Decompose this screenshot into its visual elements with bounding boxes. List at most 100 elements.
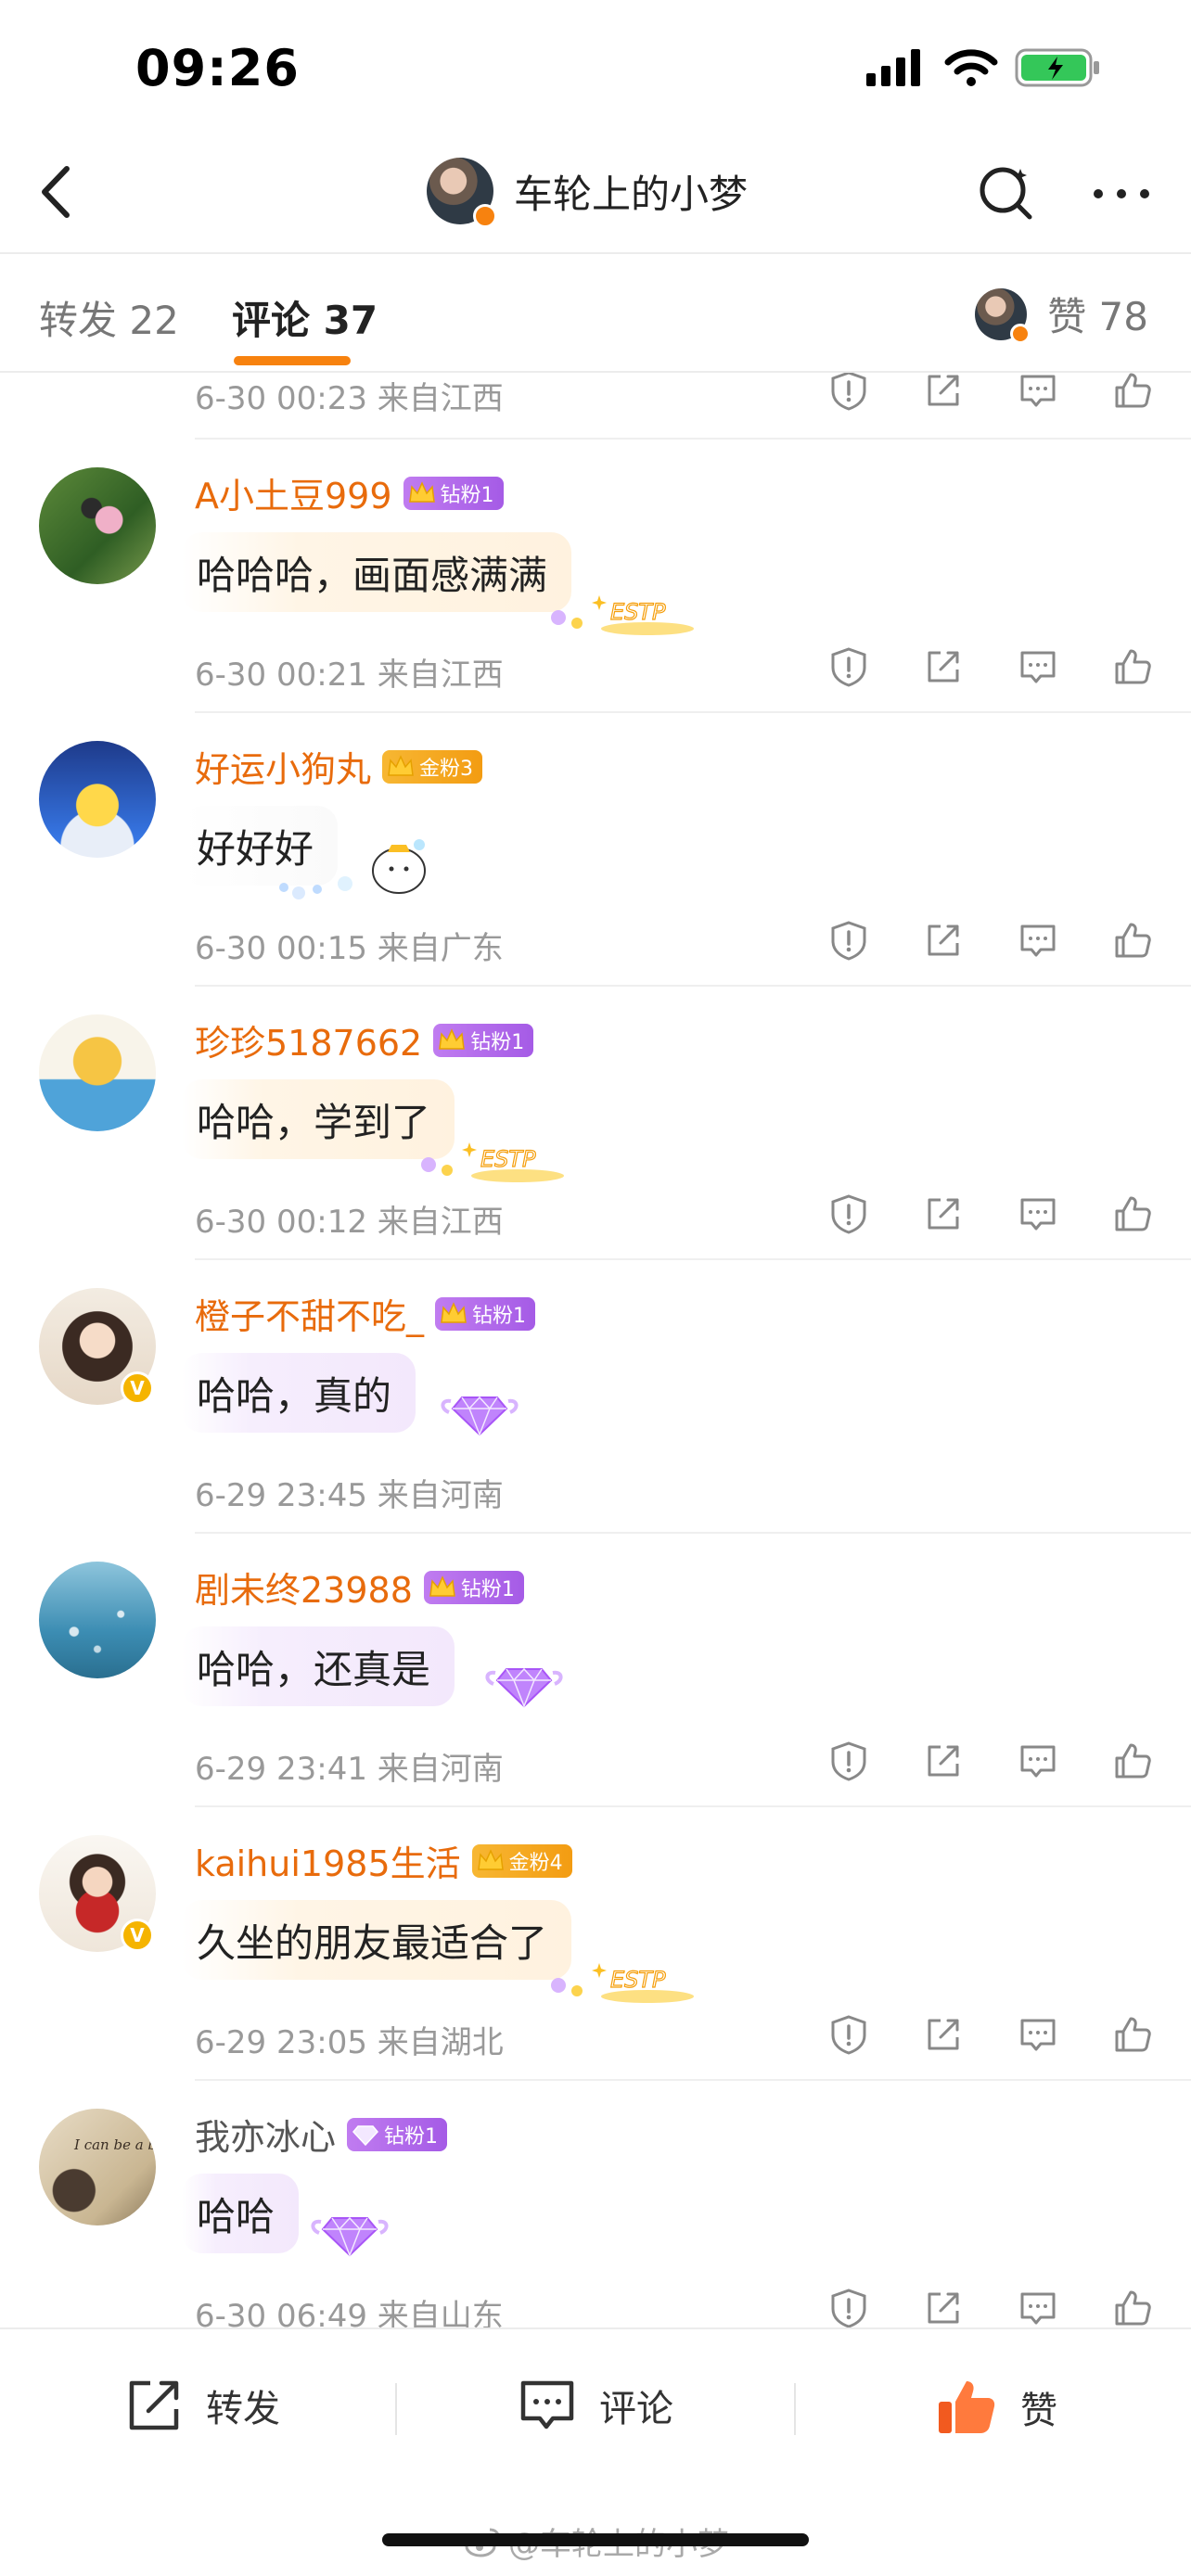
crown-icon xyxy=(439,1027,466,1050)
divider xyxy=(794,2383,796,2435)
comment-actions xyxy=(827,919,1154,962)
like-icon[interactable] xyxy=(1111,2013,1154,2056)
comment-username[interactable]: kaihui1985生活 xyxy=(195,1835,461,1886)
status-icons xyxy=(864,46,1102,89)
comment-actions xyxy=(827,1740,1154,1782)
comment-username[interactable]: 橙子不甜不吃_ xyxy=(195,1288,424,1339)
diamond-sticker-icon xyxy=(485,1667,563,1709)
like-icon[interactable] xyxy=(1111,1192,1154,1235)
estp-sticker-icon: ESTP xyxy=(551,1963,694,2003)
diamond-sticker-icon xyxy=(441,1396,519,1437)
comment-bubble[interactable]: 哈哈 xyxy=(182,2174,300,2253)
reply-icon[interactable] xyxy=(1017,1192,1059,1235)
verified-badge-icon xyxy=(473,204,497,228)
comment-actions xyxy=(827,2287,1154,2327)
report-icon[interactable] xyxy=(827,1192,870,1235)
like-icon[interactable] xyxy=(1111,645,1154,688)
nav-actions xyxy=(974,161,1154,226)
tab-comments[interactable]: 评论 37 xyxy=(232,289,378,346)
comment-icon xyxy=(520,2380,574,2429)
verified-badge-icon: V xyxy=(121,1371,154,1405)
like-button[interactable]: 赞 xyxy=(933,2374,1057,2441)
tab-reposts[interactable]: 转发 22 xyxy=(39,289,179,346)
reply-icon[interactable] xyxy=(1017,373,1059,412)
list-item: 剧未终23988 钻粉1 哈哈，还真是 6-29 23:41 来自河南 xyxy=(0,1534,1191,1807)
more-icon[interactable] xyxy=(1089,161,1154,226)
comment-text: 哈哈，真的 xyxy=(197,1372,392,1419)
comment-text: 哈哈，还真是 xyxy=(197,1646,431,1692)
repost-label: 转发 xyxy=(206,2388,280,2430)
report-icon[interactable] xyxy=(827,645,870,688)
comment-actions xyxy=(827,1192,1154,1235)
comment-meta: 6-30 00:12 来自江西 xyxy=(195,1204,504,1241)
wifi-icon xyxy=(944,49,998,86)
report-icon[interactable] xyxy=(827,373,870,412)
nav-bar: 车轮上的小梦 xyxy=(0,139,1191,252)
like-label: 赞 xyxy=(1020,2390,1057,2432)
like-icon[interactable] xyxy=(1111,2287,1154,2327)
comment-meta: 6-29 23:45 来自河南 xyxy=(195,1477,504,1514)
comment-list[interactable]: 6-30 00:23 来自江西 A小土豆999 钻粉1 哈哈哈，画面感满满 ES… xyxy=(0,373,1191,2327)
back-arrow-icon[interactable] xyxy=(28,159,93,224)
report-icon[interactable] xyxy=(827,2013,870,2056)
comment-meta: 6-29 23:05 来自湖北 xyxy=(195,2024,504,2061)
comment-username[interactable]: A小土豆999 xyxy=(195,467,392,518)
reply-icon[interactable] xyxy=(1017,1740,1059,1782)
repost-button[interactable]: 转发 xyxy=(122,2374,280,2437)
reply-icon[interactable] xyxy=(1017,2013,1059,2056)
like-icon[interactable] xyxy=(1111,919,1154,962)
share-icon[interactable] xyxy=(922,2013,965,2056)
home-indicator xyxy=(382,2533,809,2546)
report-icon[interactable] xyxy=(827,1740,870,1782)
share-icon[interactable] xyxy=(922,645,965,688)
avatar[interactable] xyxy=(39,741,156,858)
comment-bubble[interactable]: 哈哈，真的 xyxy=(182,1353,416,1433)
comment-button[interactable]: 评论 xyxy=(516,2374,673,2437)
diamond-sticker-icon xyxy=(311,2216,389,2258)
comment-username[interactable]: 剧未终23988 xyxy=(195,1562,413,1613)
comment-header: 橙子不甜不吃_ 钻粉1 xyxy=(195,1288,536,1339)
fan-badge-label: 钻粉1 xyxy=(460,1577,515,1601)
comment-bubble[interactable]: 哈哈，还真是 xyxy=(182,1626,455,1706)
tab-likes[interactable]: 赞 78 xyxy=(975,286,1148,344)
comment-header: 好运小狗丸 金粉3 xyxy=(195,741,483,792)
avatar[interactable]: I can be a better me. xyxy=(39,2109,156,2225)
share-icon[interactable] xyxy=(922,373,965,412)
comment-bubble[interactable]: 哈哈哈，画面感满满 xyxy=(182,532,572,612)
comment-username[interactable]: 我亦冰心 xyxy=(195,2109,336,2160)
comment-header: A小土豆999 钻粉1 xyxy=(195,467,504,518)
list-item: 珍珍5187662 钻粉1 哈哈，学到了 ESTP 6-30 00:12 来自江… xyxy=(0,987,1191,1260)
comment-username[interactable]: 珍珍5187662 xyxy=(195,1014,422,1065)
report-icon[interactable] xyxy=(827,2287,870,2327)
like-icon[interactable] xyxy=(1111,373,1154,412)
fan-badge: 钻粉1 xyxy=(435,1296,536,1331)
share-icon[interactable] xyxy=(922,2287,965,2327)
reply-icon[interactable] xyxy=(1017,645,1059,688)
share-icon[interactable] xyxy=(922,1192,965,1235)
avatar[interactable] xyxy=(39,1562,156,1678)
active-tab-indicator xyxy=(234,356,351,365)
estp-sticker-icon: ESTP xyxy=(551,595,694,635)
search-icon[interactable] xyxy=(974,161,1039,226)
fan-badge: 钻粉1 xyxy=(423,1570,524,1604)
share-icon[interactable] xyxy=(922,1740,965,1782)
avatar[interactable] xyxy=(39,467,156,584)
comment-meta: 6-30 00:15 来自广东 xyxy=(195,930,504,967)
divider xyxy=(0,252,1191,254)
report-icon[interactable] xyxy=(827,919,870,962)
like-icon[interactable] xyxy=(1111,1740,1154,1782)
crown-icon xyxy=(388,754,414,776)
comment-bubble[interactable]: 久坐的朋友最适合了 xyxy=(182,1900,572,1980)
post-author[interactable]: 车轮上的小梦 xyxy=(427,158,748,228)
comment-text: 久坐的朋友最适合了 xyxy=(197,1919,548,1966)
comment-meta: 6-30 00:21 来自江西 xyxy=(195,657,504,694)
reply-icon[interactable] xyxy=(1017,2287,1059,2327)
share-icon[interactable] xyxy=(922,919,965,962)
avatar[interactable] xyxy=(39,1014,156,1131)
avatar[interactable] xyxy=(427,158,497,228)
crown-icon xyxy=(441,1301,467,1323)
comment-text: 哈哈，学到了 xyxy=(197,1099,431,1145)
status-bar: 09:26 xyxy=(0,0,1191,139)
reply-icon[interactable] xyxy=(1017,919,1059,962)
comment-username[interactable]: 好运小狗丸 xyxy=(195,741,371,792)
